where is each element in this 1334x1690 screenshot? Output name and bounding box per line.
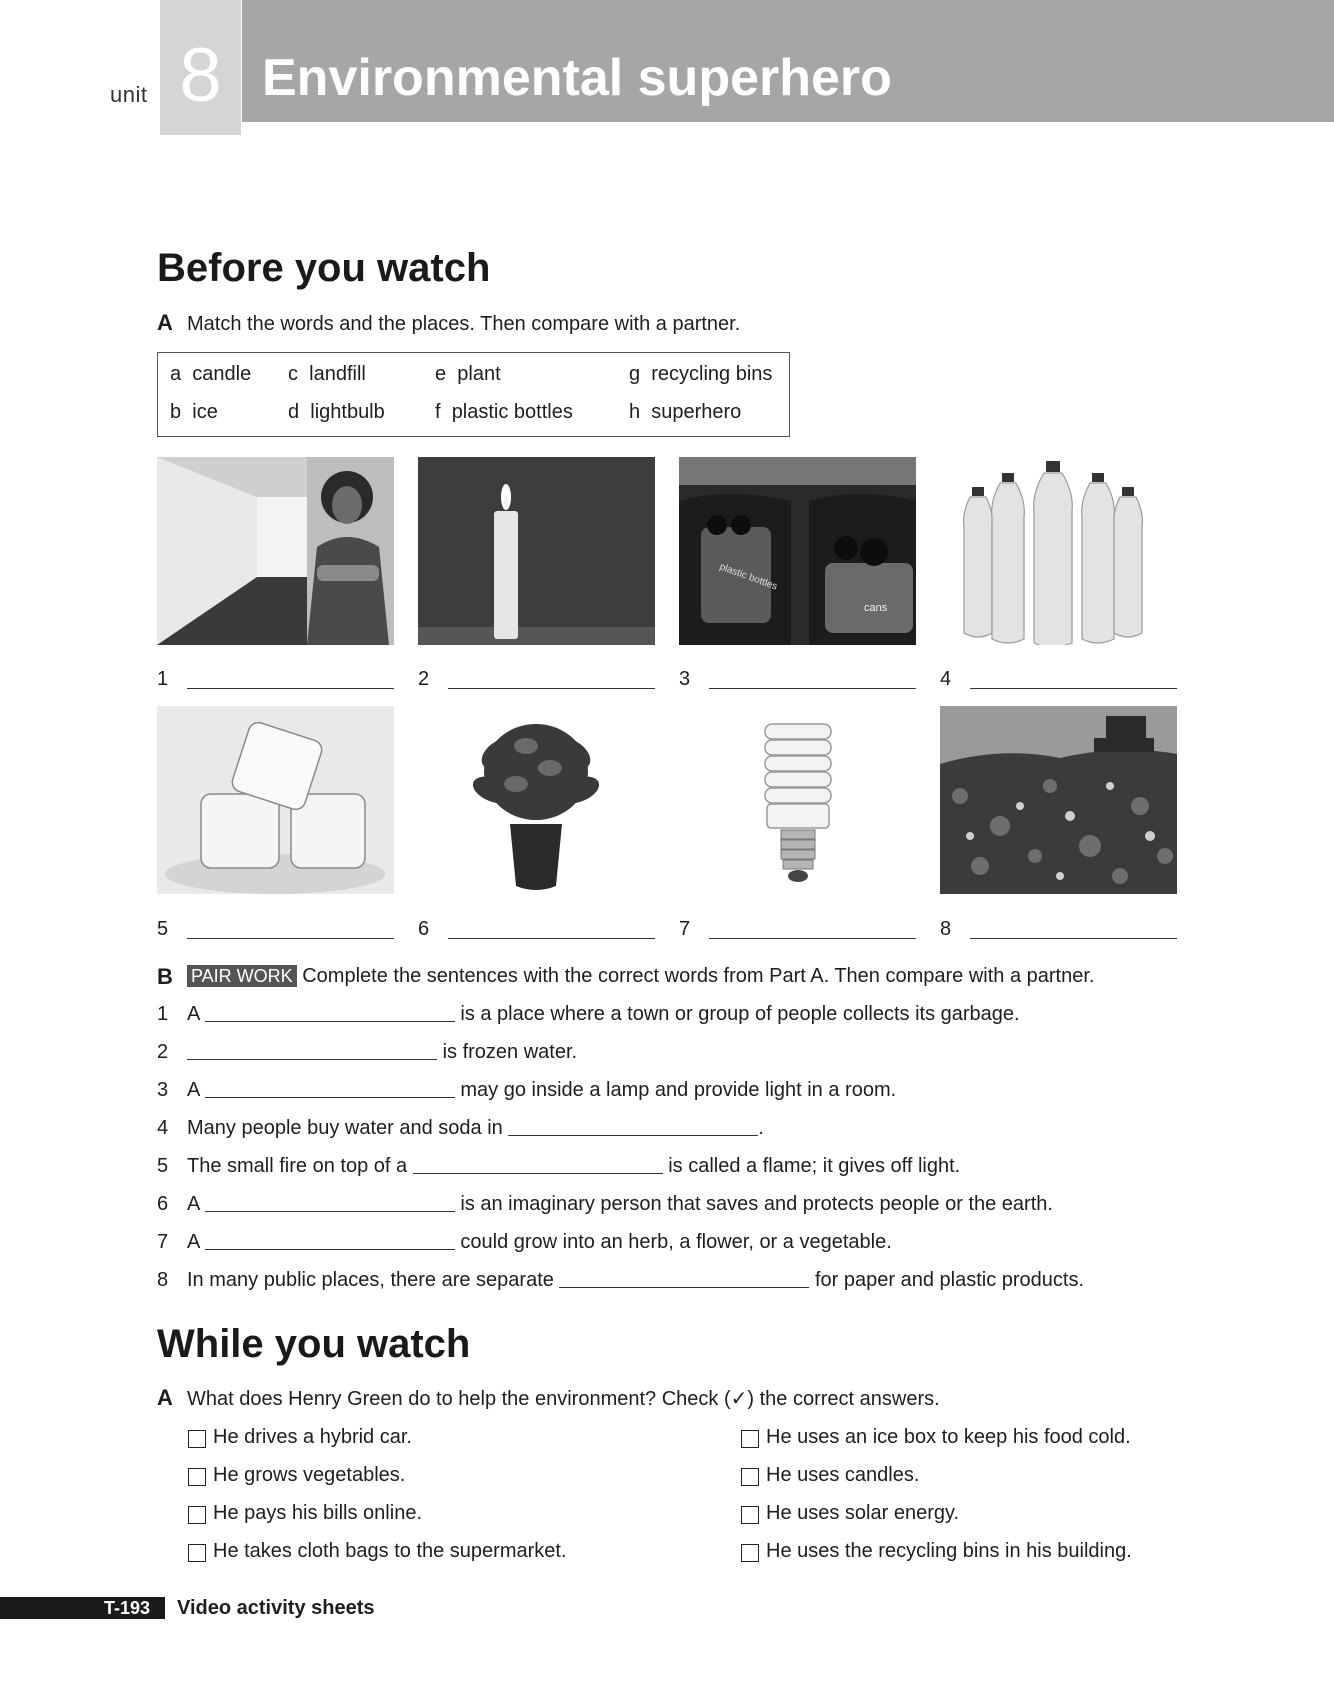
photo-superhero bbox=[157, 457, 394, 645]
sentence-blank[interactable] bbox=[559, 1287, 810, 1288]
sentence-blank[interactable] bbox=[204, 1211, 455, 1212]
answer-line-8[interactable] bbox=[970, 938, 1177, 939]
word-item: h superhero bbox=[629, 401, 742, 423]
checkbox[interactable] bbox=[741, 1544, 759, 1562]
sentence-number: 3 bbox=[157, 1079, 169, 1101]
checkbox[interactable] bbox=[188, 1544, 206, 1562]
checkbox[interactable] bbox=[188, 1430, 206, 1448]
option-label: He uses solar energy. bbox=[766, 1502, 960, 1524]
sentence-number: 8 bbox=[157, 1269, 169, 1291]
sentence-3: A may go inside a lamp and provide light… bbox=[187, 1079, 897, 1101]
svg-text:cans: cans bbox=[864, 602, 888, 614]
sentence-blank[interactable] bbox=[204, 1021, 455, 1022]
word-item: d lightbulb bbox=[288, 401, 385, 423]
unit-number: 8 bbox=[179, 33, 222, 118]
photo-number: 4 bbox=[940, 668, 952, 690]
word-item: f plastic bottles bbox=[435, 401, 573, 423]
answer-line-1[interactable] bbox=[187, 688, 394, 689]
checkbox[interactable] bbox=[741, 1430, 759, 1448]
checkbox[interactable] bbox=[188, 1506, 206, 1524]
option-label: He grows vegetables. bbox=[213, 1464, 406, 1486]
photo-number: 3 bbox=[679, 668, 691, 690]
photo-number: 5 bbox=[157, 918, 169, 940]
sentence-blank[interactable] bbox=[412, 1173, 663, 1174]
section-heading-while: While you watch bbox=[157, 1322, 471, 1366]
sentence-number: 2 bbox=[157, 1041, 169, 1063]
photo-number: 7 bbox=[679, 918, 691, 940]
sentence-number: 7 bbox=[157, 1231, 169, 1253]
sentence-number: 6 bbox=[157, 1193, 169, 1215]
pair-work-badge: PAIR WORK bbox=[187, 965, 297, 987]
sentence-4: Many people buy water and soda in . bbox=[187, 1117, 764, 1139]
sentence-blank[interactable] bbox=[204, 1249, 455, 1250]
word-item: c landfill bbox=[288, 363, 366, 385]
sentence-number: 5 bbox=[157, 1155, 169, 1177]
part-a-letter: A bbox=[157, 310, 173, 335]
checkbox[interactable] bbox=[741, 1468, 759, 1486]
sentence-6: A is an imaginary person that saves and … bbox=[187, 1193, 1053, 1215]
word-item: b ice bbox=[170, 401, 218, 423]
sentence-7: A could grow into an herb, a flower, or … bbox=[187, 1231, 892, 1253]
checkbox[interactable] bbox=[188, 1468, 206, 1486]
answer-line-2[interactable] bbox=[448, 688, 655, 689]
option-label: He uses an ice box to keep his food cold… bbox=[766, 1426, 1131, 1448]
footer-title: Video activity sheets bbox=[177, 1597, 375, 1619]
photo-recycling-bins: plastic bottles cans bbox=[679, 457, 916, 645]
photo-plastic-bottles bbox=[940, 457, 1177, 645]
option-label: He pays his bills online. bbox=[213, 1502, 422, 1524]
section-heading-before: Before you watch bbox=[157, 246, 491, 290]
photo-landfill bbox=[940, 706, 1177, 894]
checkbox[interactable] bbox=[741, 1506, 759, 1524]
photo-plant bbox=[418, 706, 655, 894]
part-b-letter: B bbox=[157, 964, 173, 989]
part-b-instruction: Complete the sentences with the correct … bbox=[302, 965, 1095, 987]
option-label: He takes cloth bags to the supermarket. bbox=[213, 1540, 567, 1562]
word-item: a candle bbox=[170, 363, 252, 385]
word-item: g recycling bins bbox=[629, 363, 773, 385]
photo-candle bbox=[418, 457, 655, 645]
answer-line-7[interactable] bbox=[709, 938, 916, 939]
unit-title: Environmental superhero bbox=[262, 49, 892, 107]
sentence-blank[interactable] bbox=[187, 1059, 437, 1060]
answer-line-4[interactable] bbox=[970, 688, 1177, 689]
option-label: He uses candles. bbox=[766, 1464, 920, 1486]
sentence-number: 1 bbox=[157, 1003, 169, 1025]
sentence-blank[interactable] bbox=[204, 1097, 455, 1098]
part-a-instruction: Match the words and the places. Then com… bbox=[187, 313, 741, 335]
sentence-2: is frozen water. bbox=[187, 1040, 577, 1064]
option-label: He drives a hybrid car. bbox=[213, 1426, 412, 1448]
unit-label: unit bbox=[110, 82, 148, 107]
photo-number: 6 bbox=[418, 918, 430, 940]
sentence-1: A is a place where a town or group of pe… bbox=[187, 1003, 1020, 1025]
photo-lightbulb bbox=[679, 706, 916, 894]
photo-number: 1 bbox=[157, 668, 169, 690]
photo-number: 2 bbox=[418, 668, 430, 690]
option-label: He uses the recycling bins in his buildi… bbox=[766, 1540, 1132, 1562]
part-b-header: PAIR WORK Complete the sentences with th… bbox=[187, 964, 1094, 988]
sentence-5: The small fire on top of a is called a f… bbox=[187, 1155, 961, 1177]
answer-line-5[interactable] bbox=[187, 938, 394, 939]
word-item: e plant bbox=[435, 363, 501, 385]
sentence-number: 4 bbox=[157, 1117, 169, 1139]
photo-ice bbox=[157, 706, 394, 894]
sentence-8: In many public places, there are separat… bbox=[187, 1269, 1085, 1291]
while-part-a-instruction: What does Henry Green do to help the env… bbox=[187, 1388, 940, 1410]
while-part-a-letter: A bbox=[157, 1385, 173, 1410]
sentence-blank[interactable] bbox=[508, 1135, 759, 1136]
page-code: T-193 bbox=[104, 1598, 151, 1618]
answer-line-3[interactable] bbox=[709, 688, 916, 689]
answer-line-6[interactable] bbox=[448, 938, 655, 939]
photo-number: 8 bbox=[940, 918, 952, 940]
